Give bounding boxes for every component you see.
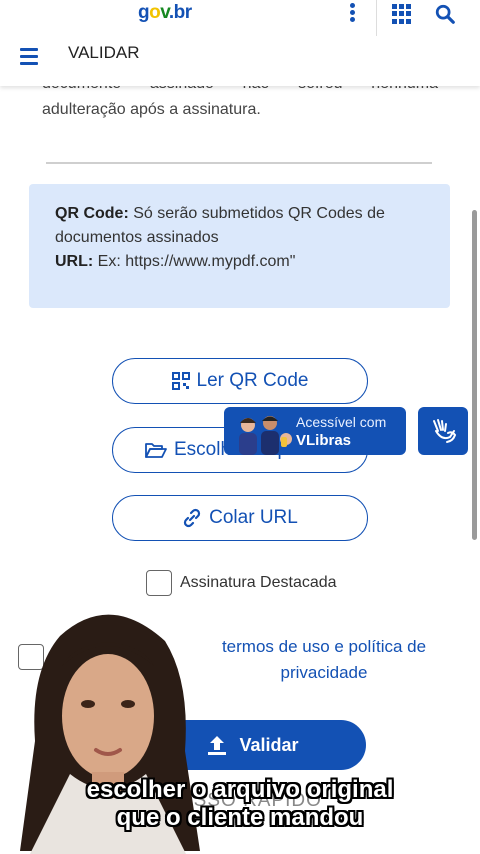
gov-br-logo[interactable]: gov.br [138, 2, 192, 24]
ler-qr-code-button[interactable]: Ler QR Code [112, 358, 368, 404]
qr-code-icon [171, 372, 190, 390]
assinatura-destacada-label: Assinatura Destacada [180, 574, 337, 591]
scrollbar[interactable] [472, 210, 477, 540]
search-icon[interactable] [434, 3, 456, 25]
folder-open-icon [145, 443, 167, 458]
info-box: QR Code: Só serão submetidos QR Codes de… [29, 184, 450, 308]
video-caption: escolher o arquivo original que o client… [0, 776, 480, 832]
text-line: adulteração após a assinatura. [42, 101, 261, 118]
apps-grid-icon[interactable] [392, 4, 412, 24]
assinatura-destacada-checkbox[interactable] [146, 570, 172, 596]
caption-line1: escolher o arquivo original [86, 776, 394, 803]
qr-info: QR Code: Só serão submetidos QR Codes de… [55, 205, 385, 246]
section-divider [46, 162, 432, 164]
link-icon [184, 508, 201, 528]
assinatura-destacada-row[interactable]: Assinatura Destacada [146, 568, 337, 598]
page-title: VALIDAR [68, 43, 140, 62]
vlibras-line1: Acessível com [296, 414, 387, 430]
header-divider [376, 0, 377, 36]
vlibras-avatars-icon [239, 416, 292, 455]
sign-language-hands-icon [433, 419, 457, 443]
colar-url-button[interactable]: Colar URL [112, 495, 368, 541]
terms-link[interactable]: termos de uso e política de privacidade [198, 634, 450, 686]
kebab-menu-icon[interactable] [348, 2, 356, 24]
top-header: gov.br VALIDAR [0, 0, 480, 86]
vlibras-hands-button[interactable] [418, 407, 468, 455]
caption-line2: que o cliente mandou [116, 804, 364, 831]
vlibras-widget[interactable]: Acessível com VLibras [224, 407, 406, 455]
hamburger-menu-icon[interactable] [20, 48, 38, 69]
vlibras-line2: VLibras [296, 432, 352, 449]
url-info: URL: Ex: https://www.mypdf.com" [55, 253, 296, 270]
